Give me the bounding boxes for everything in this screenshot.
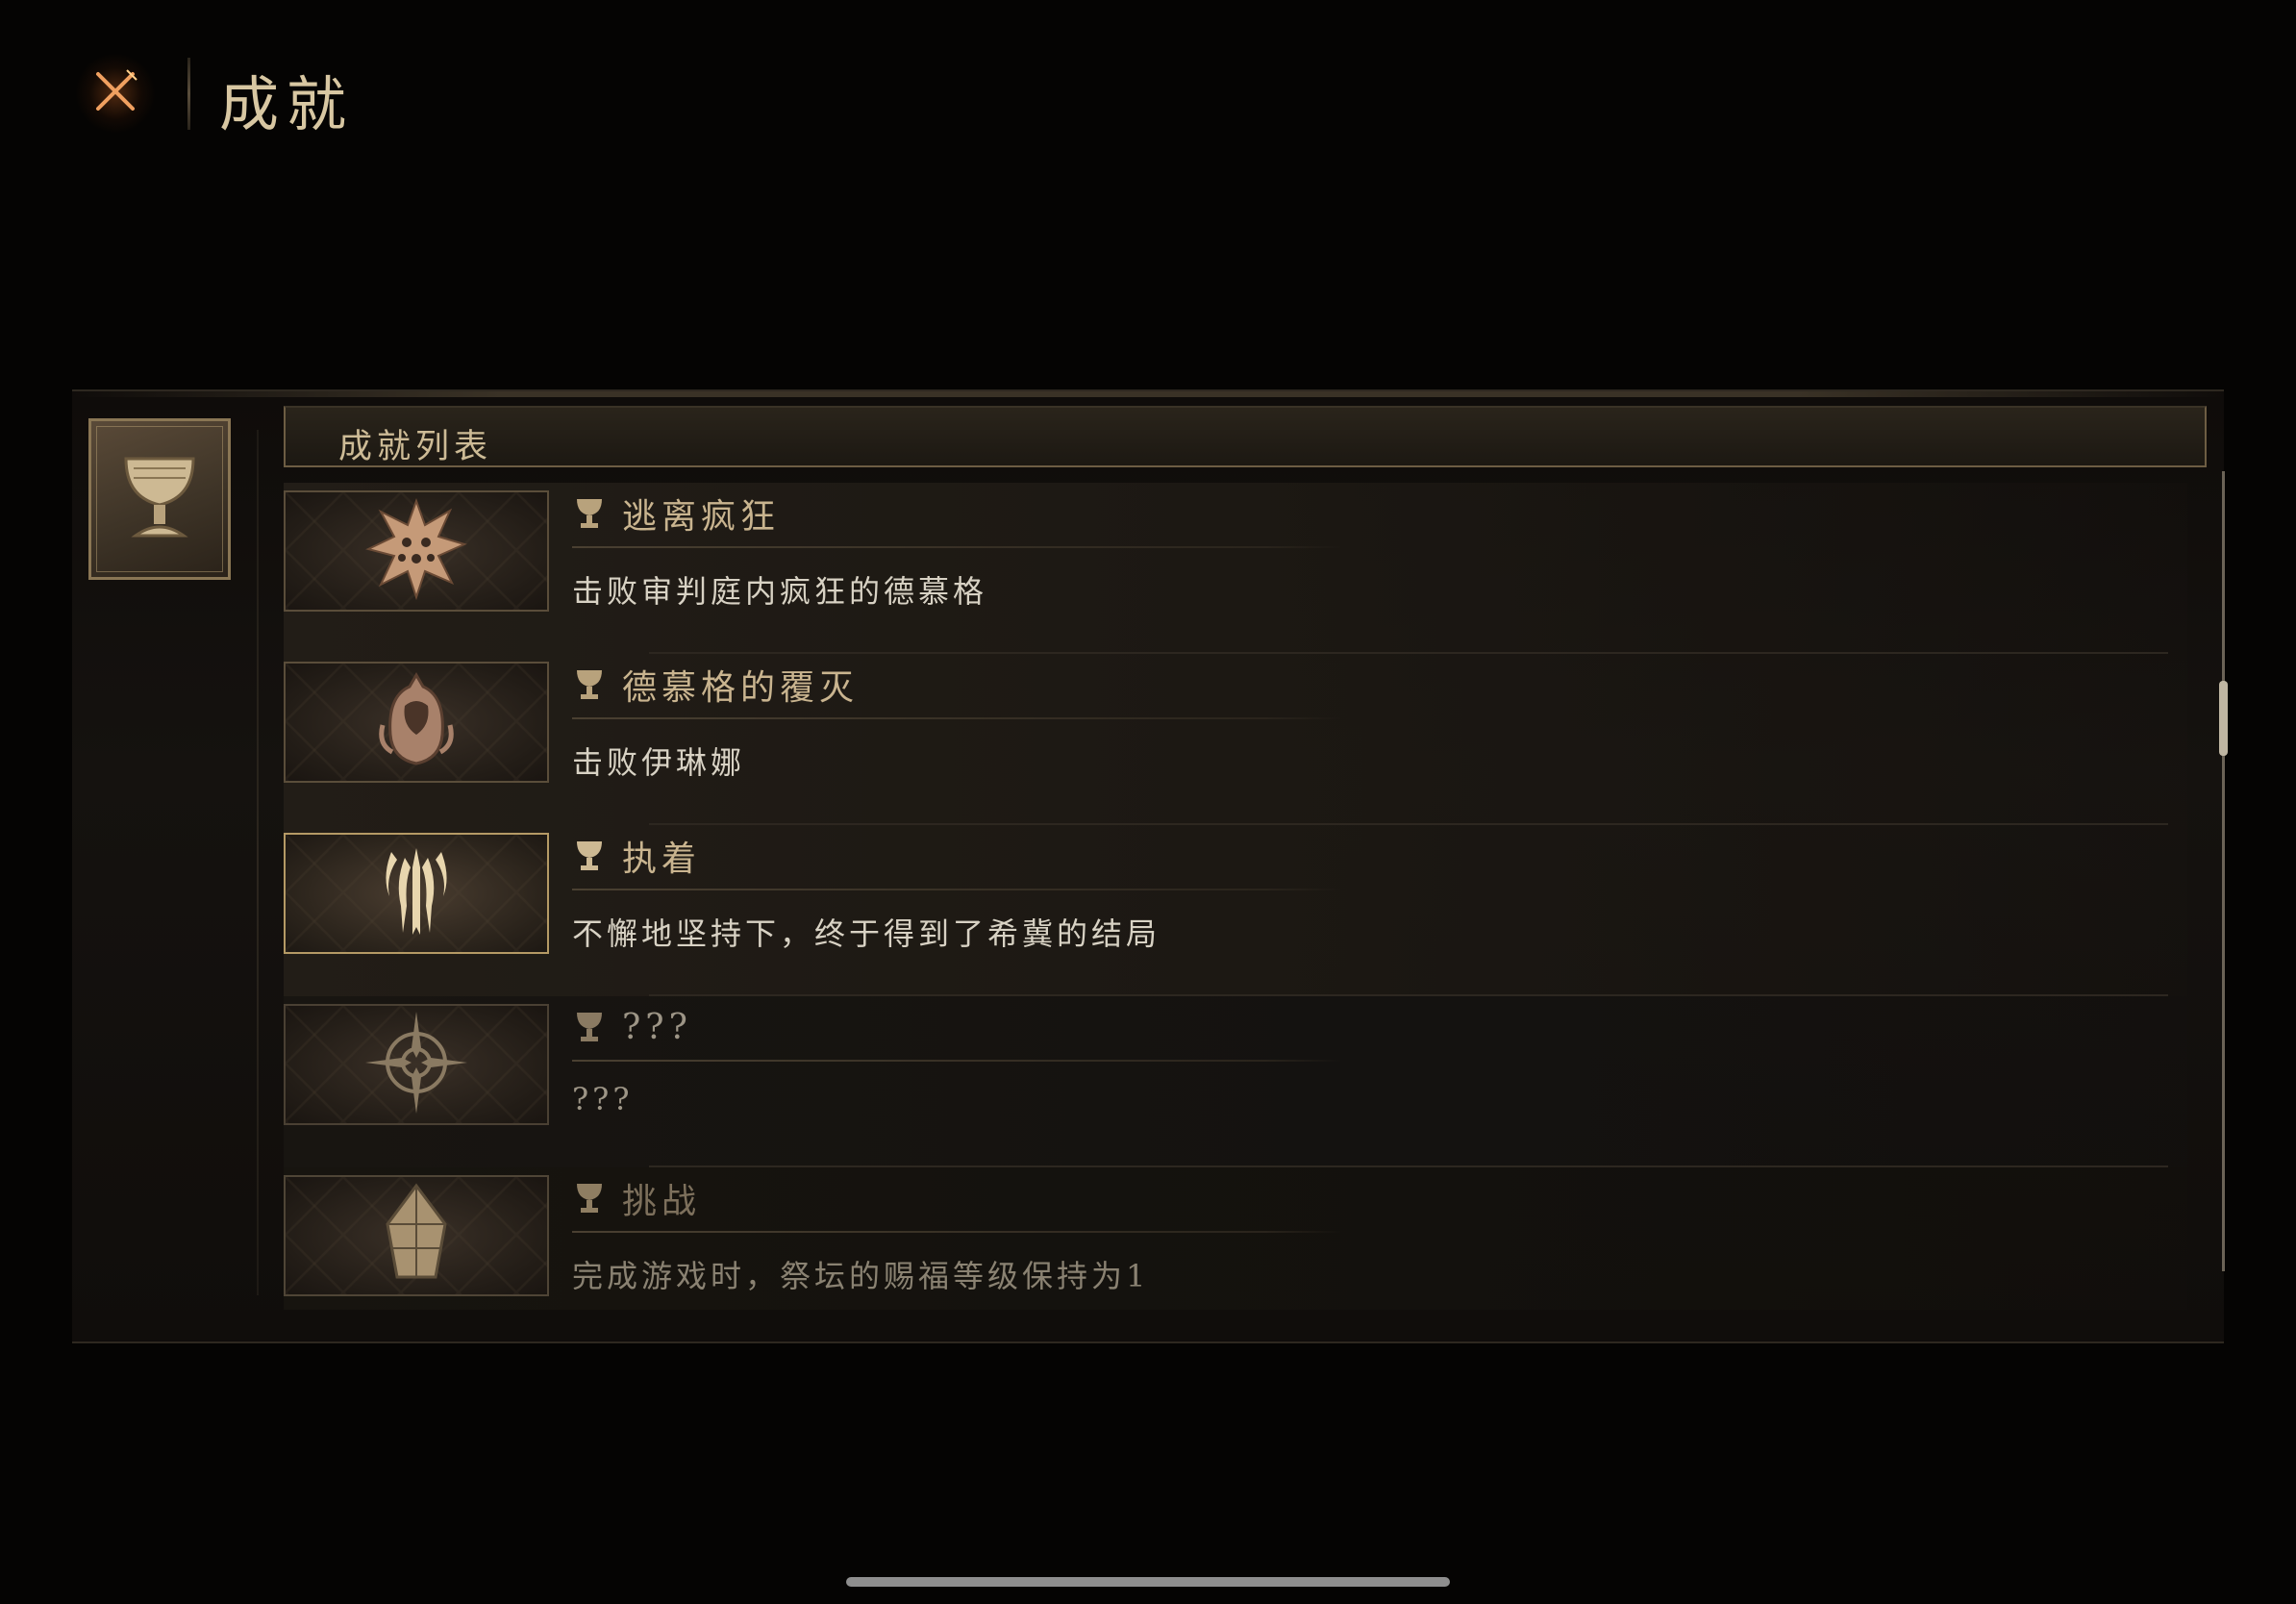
compass-star-icon	[363, 1010, 469, 1119]
trophy-icon	[572, 837, 607, 875]
trophy-icon	[572, 494, 607, 533]
achievement-title-line: 挑战	[572, 1175, 701, 1221]
achievement-title: 逃离疯狂	[622, 497, 781, 537]
chalice-icon	[107, 439, 212, 559]
trophy-icon	[572, 1179, 607, 1217]
achievement-title: ???	[622, 1007, 692, 1047]
trophy-icon	[572, 1008, 607, 1046]
crystal-shard-icon	[378, 1181, 455, 1291]
achievement-description: 完成游戏时，祭坛的赐福等级保持为1	[572, 1258, 1150, 1294]
achievement-title: 德慕格的覆灭	[622, 668, 860, 708]
list-header: 成就列表	[284, 406, 2207, 467]
title-underline	[572, 546, 1341, 548]
achievement-title: 执着	[622, 840, 702, 879]
row-background	[284, 654, 2187, 825]
title-underline	[572, 1231, 1341, 1233]
achievement-description: 击败伊琳娜	[572, 744, 746, 781]
spiked-star-icon	[363, 496, 469, 606]
row-background	[284, 996, 2187, 1167]
achievement-title-line: 执着	[572, 833, 701, 879]
category-tab-achievements[interactable]	[88, 418, 231, 580]
achievement-icon-frame	[284, 833, 549, 954]
home-indicator[interactable]	[846, 1577, 1450, 1587]
achievement-description: 击败审判庭内疯狂的德慕格	[572, 573, 988, 610]
title-underline	[572, 1060, 1341, 1062]
achievement-row[interactable]: 逃离疯狂 击败审判庭内疯狂的德慕格	[284, 483, 2187, 654]
trophy-icon	[572, 665, 607, 704]
achievement-title-line: 德慕格的覆灭	[572, 662, 859, 708]
panel-divider	[257, 430, 259, 1295]
scrollbar-thumb[interactable]	[2219, 681, 2228, 756]
achievement-icon-frame	[284, 1175, 549, 1296]
close-x-icon	[88, 64, 142, 122]
achievement-row[interactable]: 挑战 完成游戏时，祭坛的赐福等级保持为1	[284, 1167, 2187, 1310]
achievement-icon-frame	[284, 490, 549, 612]
title-underline	[572, 717, 1341, 719]
achievement-row[interactable]: 德慕格的覆灭 击败伊琳娜	[284, 654, 2187, 825]
achievement-title-line: 逃离疯狂	[572, 490, 780, 537]
hooded-figure-icon	[373, 667, 460, 777]
achievements-screen: 成就 成就列表 逃离疯狂 击败审判庭内疯狂的德慕格 德慕格的覆灭 击败伊琳娜 执…	[0, 0, 2296, 1604]
achievement-description: 不懈地坚持下，终于得到了希冀的结局	[572, 915, 1161, 952]
clawed-crest-icon	[378, 839, 455, 948]
title-underline	[572, 889, 1341, 890]
achievement-icon-frame	[284, 662, 549, 783]
achievement-title: 挑战	[622, 1182, 702, 1221]
achievement-row[interactable]: ??? ???	[284, 996, 2187, 1167]
row-background	[284, 825, 2187, 996]
achievement-row[interactable]: 执着 不懈地坚持下，终于得到了希冀的结局	[284, 825, 2187, 996]
achievement-description: ???	[572, 1081, 634, 1117]
list-header-label: 成就列表	[338, 428, 493, 466]
row-background	[284, 1167, 2187, 1310]
achievement-list[interactable]: 逃离疯狂 击败审判庭内疯狂的德慕格 德慕格的覆灭 击败伊琳娜 执着 不懈地坚持下…	[284, 483, 2207, 1310]
close-button[interactable]	[75, 53, 156, 134]
achievement-title-line: ???	[572, 1004, 692, 1050]
row-background	[284, 483, 2187, 654]
achievements-panel: 成就列表 逃离疯狂 击败审判庭内疯狂的德慕格 德慕格的覆灭 击败伊琳娜 执着 不…	[72, 389, 2228, 1343]
header-divider	[187, 58, 190, 130]
scrollbar[interactable]	[2219, 471, 2228, 1271]
page-title: 成就	[219, 69, 355, 139]
achievement-icon-frame	[284, 1004, 549, 1125]
